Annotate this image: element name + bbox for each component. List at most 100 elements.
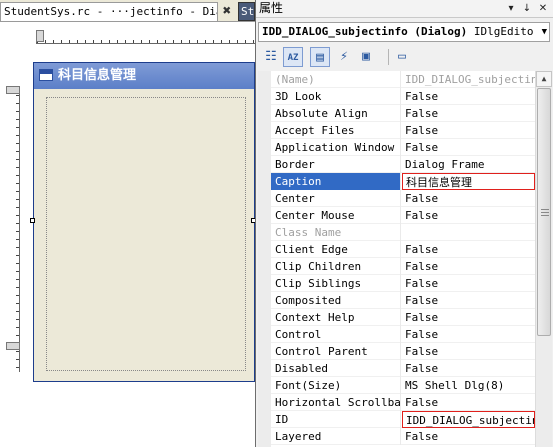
properties-title-bar: 属性 ▾ ↓ ✕ xyxy=(256,0,553,18)
object-selector-type: IDlgEdito xyxy=(467,25,534,38)
scroll-up-icon[interactable]: ▲ xyxy=(536,71,552,87)
property-row[interactable]: Context Help False xyxy=(271,309,535,326)
properties-icon[interactable]: ▤ xyxy=(310,47,330,67)
property-row[interactable]: Composited False xyxy=(271,292,535,309)
property-value[interactable]: False xyxy=(402,394,535,411)
property-row[interactable]: Font(Size) MS Shell Dlg(8) xyxy=(271,377,535,394)
property-name[interactable]: 3D Look xyxy=(271,88,401,105)
object-selector-dropdown[interactable]: IDD_DIALOG_subjectinfo (Dialog) IDlgEdit… xyxy=(258,22,550,42)
property-row[interactable]: IDIDD_DIALOG_subjectinfo xyxy=(271,411,535,428)
property-row[interactable]: Accept Files False xyxy=(271,122,535,139)
property-name[interactable]: Absolute Align xyxy=(271,105,401,122)
alphabetical-icon[interactable]: AZ xyxy=(283,47,303,67)
property-value[interactable] xyxy=(402,224,535,241)
property-value[interactable]: IDD_DIALOG_subjectinfo xyxy=(402,71,535,88)
resize-handle-left[interactable] xyxy=(30,218,35,223)
categorized-icon[interactable]: ☷ xyxy=(261,47,281,67)
property-value[interactable]: False xyxy=(402,88,535,105)
property-name[interactable]: Center Mouse xyxy=(271,207,401,224)
property-row[interactable]: Control False xyxy=(271,326,535,343)
dialog-preview[interactable]: 科目信息管理 xyxy=(33,62,255,382)
dialog-editor: StudentSys.rc - ···jectinfo - Dialog* ✖ … xyxy=(0,0,255,447)
property-value[interactable]: IDD_DIALOG_subjectinfo xyxy=(402,411,535,428)
property-name[interactable]: Caption xyxy=(271,173,401,190)
toolbar-separator xyxy=(388,49,389,65)
document-tab-dialog[interactable]: StudentSys.rc - ···jectinfo - Dialog* xyxy=(0,2,218,21)
property-row[interactable]: Clip Children False xyxy=(271,258,535,275)
window-position-icon[interactable]: ▾ xyxy=(504,1,518,16)
dialog-window-icon xyxy=(39,69,53,81)
property-value[interactable]: False xyxy=(402,207,535,224)
ruler-guide-marker-top[interactable] xyxy=(6,86,20,94)
property-name[interactable]: Control Parent xyxy=(271,343,401,360)
property-name[interactable]: Disabled xyxy=(271,360,401,377)
scrollbar-thumb[interactable] xyxy=(537,88,551,336)
property-value[interactable]: False xyxy=(402,343,535,360)
property-name[interactable]: Border xyxy=(271,156,401,173)
events-icon[interactable]: ⚡ xyxy=(334,47,354,67)
property-row[interactable]: Horizontal Scrollbar False xyxy=(271,394,535,411)
property-pages-icon[interactable]: ▭ xyxy=(392,47,412,67)
property-value[interactable]: False xyxy=(402,275,535,292)
vertical-scrollbar[interactable]: ▲ xyxy=(535,71,552,447)
property-row[interactable]: Client Edge False xyxy=(271,241,535,258)
property-row[interactable]: Border Dialog Frame xyxy=(271,156,535,173)
property-name[interactable]: Clip Children xyxy=(271,258,401,275)
property-value[interactable]: False xyxy=(402,105,535,122)
close-icon[interactable]: ✕ xyxy=(536,1,550,16)
property-row[interactable]: Absolute Align False xyxy=(271,105,535,122)
property-name[interactable]: Context Help xyxy=(271,309,401,326)
design-canvas[interactable]: 科目信息管理 xyxy=(0,22,255,447)
property-value[interactable]: False xyxy=(402,309,535,326)
ruler-guide-marker[interactable] xyxy=(36,30,44,42)
property-value[interactable]: 科目信息管理 xyxy=(402,173,535,190)
property-value[interactable]: MS Shell Dlg(8) xyxy=(402,377,535,394)
property-value[interactable]: Dialog Frame xyxy=(402,156,535,173)
property-value[interactable]: False xyxy=(402,139,535,156)
property-name[interactable]: Composited xyxy=(271,292,401,309)
property-name[interactable]: Font(Size) xyxy=(271,377,401,394)
property-name[interactable]: Control xyxy=(271,326,401,343)
property-grid: (Name)IDD_DIALOG_subjectinfo3D LookFalse… xyxy=(258,71,552,447)
property-name[interactable]: (Name) xyxy=(271,71,401,88)
property-row[interactable]: (Name)IDD_DIALOG_subjectinfo xyxy=(271,71,535,88)
property-value[interactable]: False xyxy=(402,428,535,445)
ruler-guide-marker-bottom[interactable] xyxy=(6,342,20,350)
property-row[interactable]: 3D Look False xyxy=(271,88,535,105)
property-row[interactable]: Control Parent False xyxy=(271,343,535,360)
property-name[interactable]: Clip Siblings xyxy=(271,275,401,292)
property-row[interactable]: Center Mouse False xyxy=(271,207,535,224)
property-row[interactable]: Center False xyxy=(271,190,535,207)
properties-title: 属性 xyxy=(259,1,284,15)
property-row[interactable]: Application Window False xyxy=(271,139,535,156)
dialog-title-bar[interactable]: 科目信息管理 xyxy=(34,63,254,89)
property-row[interactable]: Layered False xyxy=(271,428,535,445)
dialog-client-area[interactable] xyxy=(46,97,246,371)
property-grid-margin xyxy=(258,71,271,447)
property-value[interactable]: False xyxy=(402,292,535,309)
document-tab-second[interactable]: St xyxy=(238,2,255,21)
property-name[interactable]: Application Window xyxy=(271,139,401,156)
property-name[interactable]: Horizontal Scrollbar xyxy=(271,394,401,411)
property-name[interactable]: Layered xyxy=(271,428,401,445)
property-name[interactable]: Class Name xyxy=(271,224,401,241)
property-name[interactable]: Client Edge xyxy=(271,241,401,258)
property-row[interactable]: Class Name xyxy=(271,224,535,241)
property-value[interactable]: False xyxy=(402,190,535,207)
property-row[interactable]: Caption 科目信息管理 xyxy=(271,173,535,190)
messages-icon[interactable]: ▣ xyxy=(356,47,376,67)
close-icon[interactable]: ✖ xyxy=(220,3,234,19)
property-value[interactable]: False xyxy=(402,258,535,275)
property-value[interactable]: False xyxy=(402,326,535,343)
property-value[interactable]: False xyxy=(402,360,535,377)
auto-hide-icon[interactable]: ↓ xyxy=(520,1,534,16)
chevron-down-icon[interactable]: ▼ xyxy=(542,23,547,41)
property-value[interactable]: False xyxy=(402,122,535,139)
property-row[interactable]: Clip Siblings False xyxy=(271,275,535,292)
property-value[interactable]: False xyxy=(402,241,535,258)
document-tab-bar: StudentSys.rc - ···jectinfo - Dialog* ✖ … xyxy=(0,0,255,22)
property-name[interactable]: ID xyxy=(271,411,401,428)
property-name[interactable]: Accept Files xyxy=(271,122,401,139)
property-row[interactable]: Disabled False xyxy=(271,360,535,377)
property-name[interactable]: Center xyxy=(271,190,401,207)
